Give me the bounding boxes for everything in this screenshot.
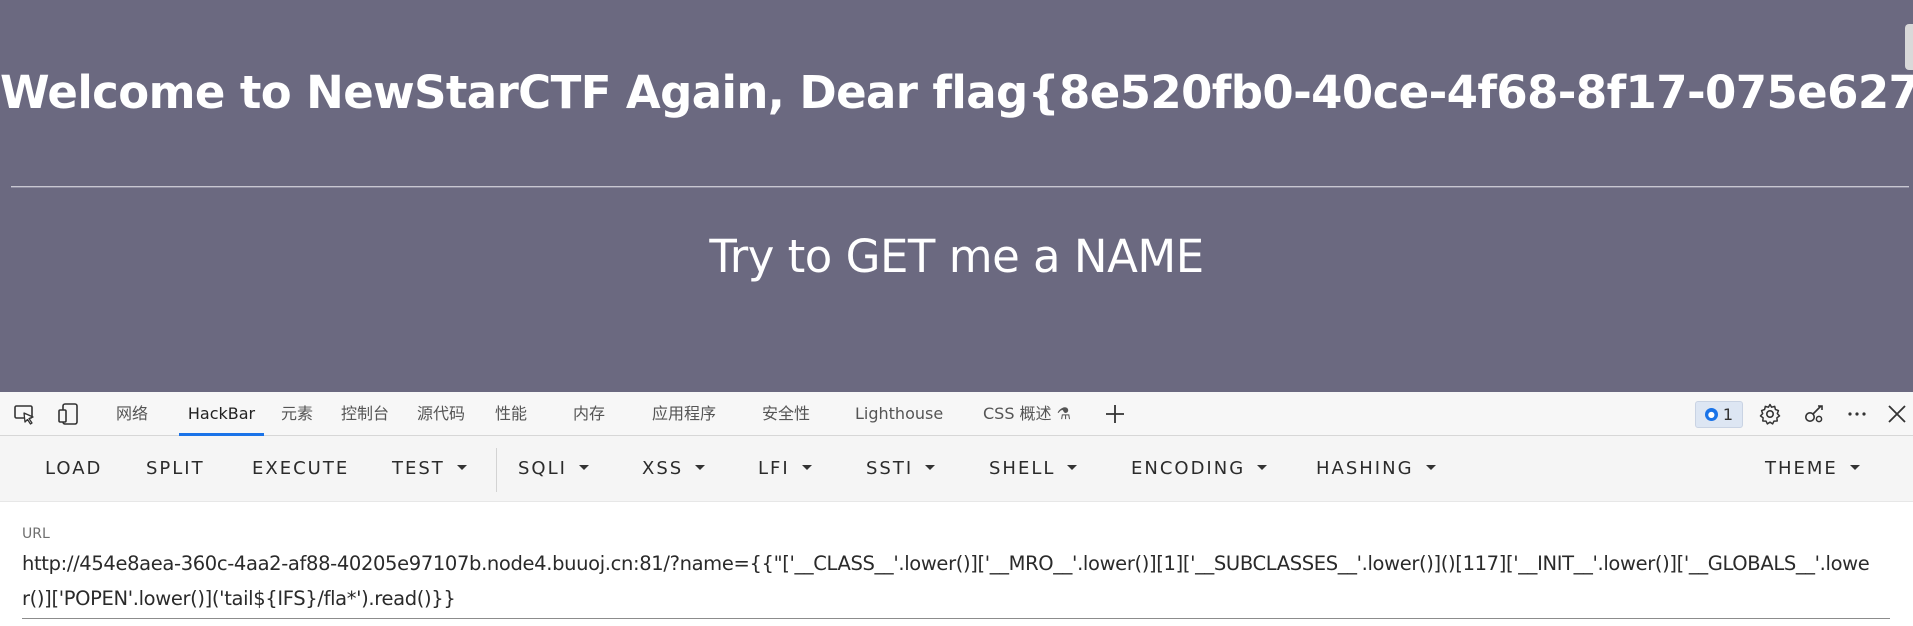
issues-count: 1 xyxy=(1722,405,1734,424)
url-field-container: URL http://454e8aea-360c-4aa2-af88-40205… xyxy=(0,502,1913,626)
page-subtitle: Try to GET me a NAME xyxy=(709,230,1204,283)
test-menu-button[interactable]: TEST xyxy=(392,448,467,490)
chevron-down-icon xyxy=(1425,464,1436,470)
web-page: Welcome to NewStarCTF Again, Dear flag{8… xyxy=(0,0,1913,392)
inspect-element-icon[interactable] xyxy=(9,398,41,430)
page-scrollbar[interactable] xyxy=(1905,24,1913,70)
lfi-menu-label: LFI xyxy=(758,458,790,479)
shell-menu-button[interactable]: SHELL xyxy=(989,448,1078,490)
url-input[interactable]: http://454e8aea-360c-4aa2-af88-40205e971… xyxy=(22,546,1877,616)
url-label: URL xyxy=(22,526,50,542)
split-button[interactable]: SPLIT xyxy=(146,448,205,490)
tab-network[interactable]: 网络 xyxy=(113,392,151,435)
url-input-underline xyxy=(22,618,1890,619)
execute-button[interactable]: EXECUTE xyxy=(252,448,349,490)
shell-menu-label: SHELL xyxy=(989,458,1056,479)
toolbar-divider xyxy=(496,448,497,492)
tab-elements[interactable]: 元素 xyxy=(278,392,316,435)
devtools-tab-bar: 网络 HackBar 元素 控制台 源代码 性能 内存 应用程序 安全性 Lig… xyxy=(0,392,1913,436)
sqli-menu-label: SQLI xyxy=(518,458,567,479)
chevron-down-icon xyxy=(695,464,706,470)
tab-hackbar[interactable]: HackBar xyxy=(179,392,264,436)
customize-icon[interactable] xyxy=(1798,398,1830,430)
encoding-menu-button[interactable]: ENCODING xyxy=(1131,448,1268,490)
chevron-down-icon xyxy=(456,464,467,470)
chevron-down-icon xyxy=(801,464,812,470)
execute-button-label: EXECUTE xyxy=(252,458,350,479)
tab-sources[interactable]: 源代码 xyxy=(415,392,467,435)
load-button-label: LOAD xyxy=(45,458,103,479)
chevron-down-icon xyxy=(1257,464,1268,470)
theme-menu-label: THEME xyxy=(1765,458,1838,479)
ssti-menu-button[interactable]: SSTI xyxy=(866,448,936,490)
split-button-label: SPLIT xyxy=(146,458,205,479)
close-icon[interactable] xyxy=(1881,398,1913,430)
add-tab-icon[interactable] xyxy=(1099,398,1131,430)
horizontal-rule xyxy=(11,186,1909,188)
issues-icon: ● xyxy=(1704,408,1718,421)
encoding-menu-label: ENCODING xyxy=(1131,458,1246,479)
hashing-menu-button[interactable]: HASHING xyxy=(1316,448,1436,490)
ssti-menu-label: SSTI xyxy=(866,458,914,479)
chevron-down-icon xyxy=(1067,464,1078,470)
issues-badge[interactable]: ● 1 xyxy=(1695,401,1743,428)
hackbar-toolbar: LOAD SPLIT EXECUTE TEST SQLI XSS LFI SST… xyxy=(0,436,1913,502)
test-menu-label: TEST xyxy=(392,458,445,479)
more-options-icon[interactable] xyxy=(1841,398,1873,430)
page-title: Welcome to NewStarCTF Again, Dear flag{8… xyxy=(0,66,1913,119)
tab-performance[interactable]: 性能 xyxy=(492,392,530,435)
chevron-down-icon xyxy=(925,464,936,470)
tab-application[interactable]: 应用程序 xyxy=(649,392,719,435)
xss-menu-label: XSS xyxy=(642,458,684,479)
load-button[interactable]: LOAD xyxy=(45,448,102,490)
lfi-menu-button[interactable]: LFI xyxy=(758,448,812,490)
chevron-down-icon xyxy=(578,464,589,470)
tab-lighthouse[interactable]: Lighthouse xyxy=(855,392,943,435)
chevron-down-icon xyxy=(1849,464,1860,470)
tab-memory[interactable]: 内存 xyxy=(570,392,608,435)
theme-menu-button[interactable]: THEME xyxy=(1765,448,1860,490)
tab-css-overview[interactable]: CSS 概述 ⚗ xyxy=(982,392,1072,435)
tab-security[interactable]: 安全性 xyxy=(760,392,812,435)
device-toolbar-icon[interactable] xyxy=(53,398,85,430)
hashing-menu-label: HASHING xyxy=(1316,458,1414,479)
sqli-menu-button[interactable]: SQLI xyxy=(518,448,589,490)
xss-menu-button[interactable]: XSS xyxy=(642,448,706,490)
tab-console[interactable]: 控制台 xyxy=(339,392,391,435)
settings-icon[interactable] xyxy=(1754,398,1786,430)
